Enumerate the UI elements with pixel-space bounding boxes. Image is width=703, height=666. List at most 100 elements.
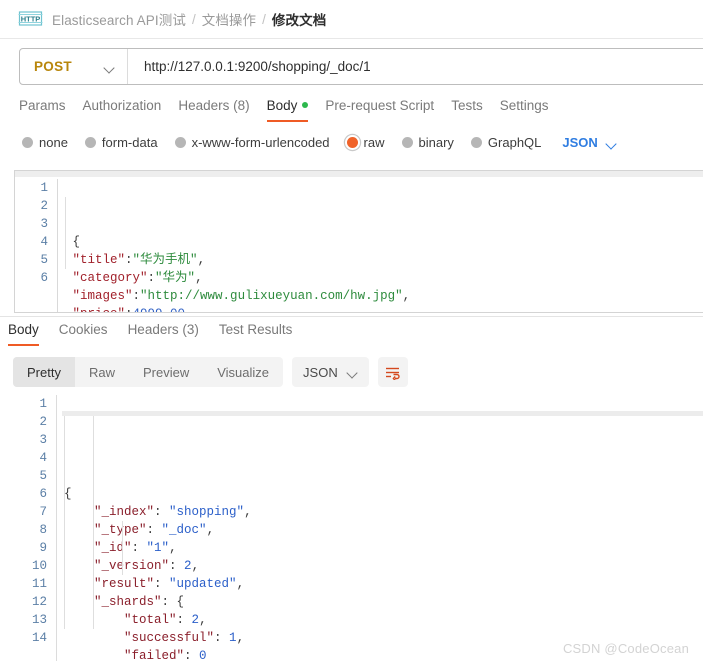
tab-label: Body [8, 322, 39, 337]
response-body-viewer[interactable]: 1 2 3 4 5 6 7 8 9 10 11 12 13 14 { "_index": "shoppin… [14, 393, 703, 661]
code-token: "华为手机" [132, 253, 198, 267]
code-line[interactable]: { [64, 485, 703, 503]
code-token: "category" [72, 271, 148, 285]
view-mode-pretty[interactable]: Pretty [13, 357, 75, 387]
code-token: , [197, 253, 206, 267]
code-line[interactable]: "images":"http://www.gulixueyuan.com/hw.… [65, 287, 703, 305]
body-type-urlencoded[interactable]: x-www-form-urlencoded [174, 135, 330, 150]
code-line[interactable]: "category":"华为", [65, 269, 703, 287]
indent-guide [64, 413, 65, 629]
view-mode-visualize[interactable]: Visualize [203, 357, 283, 387]
response-code-lines[interactable]: { "_index": "shopping", "_type": "_doc",… [56, 395, 703, 661]
body-type-options: none form-data x-www-form-urlencoded raw… [22, 135, 617, 150]
code-token: , [236, 631, 245, 645]
code-token: : [125, 307, 133, 312]
watermark: CSDN @CodeOcean [562, 641, 689, 656]
body-type-label: GraphQL [487, 135, 542, 150]
request-code-area[interactable]: 123456 { "title":"华为手机", "category":"华为"… [15, 177, 703, 312]
line-number: 2 [39, 415, 47, 429]
chevron-down-icon [607, 140, 617, 146]
code-line[interactable]: "_index": "shopping", [64, 503, 703, 521]
code-token: "1" [146, 541, 170, 555]
code-token: : [154, 505, 170, 519]
code-line[interactable]: "price":4999.00 [65, 305, 703, 312]
word-wrap-button[interactable] [377, 357, 408, 387]
code-token: : [132, 289, 141, 303]
radio-icon [470, 137, 482, 148]
code-line[interactable]: "_shards": { [64, 593, 703, 611]
body-type-label: form-data [101, 135, 158, 150]
body-type-none[interactable]: none [22, 135, 68, 150]
tab-label: Test Results [218, 322, 293, 337]
radio-icon [401, 137, 413, 148]
tab-label: Params [19, 98, 66, 113]
line-number: 4 [39, 451, 47, 465]
body-type-label: none [39, 135, 68, 150]
tab-body[interactable]: Body [266, 98, 326, 122]
tab-params[interactable]: Params [19, 98, 83, 122]
code-line[interactable]: "_id": "1", [64, 539, 703, 557]
view-mode-label: Visualize [217, 364, 270, 380]
body-type-label: raw [363, 135, 385, 150]
body-type-label: x-www-form-urlencoded [191, 135, 330, 150]
code-token: : [131, 541, 147, 555]
line-number: 5 [39, 469, 47, 483]
body-type-form-data[interactable]: form-data [84, 135, 158, 150]
response-tab-test-results[interactable]: Test Results [219, 322, 313, 346]
tab-label: Cookies [58, 322, 108, 337]
view-mode-label: Pretty [27, 364, 61, 380]
response-tab-body[interactable]: Body [8, 322, 59, 346]
http-method-selector[interactable]: POST [20, 49, 128, 84]
code-token: , [206, 523, 215, 537]
response-tab-headers[interactable]: Headers (3) [128, 322, 219, 346]
breadcrumb-item-request[interactable]: 修改文档 [272, 9, 326, 29]
body-type-graphql[interactable]: GraphQL [470, 135, 542, 150]
code-token: : [147, 271, 156, 285]
code-token: , [191, 559, 200, 573]
line-number: 14 [31, 631, 47, 645]
indent-guide [65, 197, 66, 269]
tab-settings[interactable]: Settings [500, 98, 566, 122]
code-token: "_shards" [94, 595, 162, 609]
code-token: "华为" [155, 271, 196, 285]
code-line[interactable]: "_version": 2, [64, 557, 703, 575]
code-line[interactable]: "total": 2, [64, 611, 703, 629]
response-tab-cookies[interactable]: Cookies [59, 322, 128, 346]
response-format-selector[interactable]: JSON [292, 357, 369, 387]
code-token: "price" [73, 307, 126, 312]
code-token: "_version" [94, 559, 170, 573]
tab-pre-request-script[interactable]: Pre-request Script [325, 98, 451, 122]
request-code-lines[interactable]: { "title":"华为手机", "category":"华为", "imag… [57, 179, 703, 312]
breadcrumb-item-folder[interactable]: 文档操作 [202, 9, 256, 29]
request-url-input[interactable] [128, 49, 703, 84]
tab-authorization[interactable]: Authorization [83, 98, 179, 122]
response-code-area[interactable]: 1 2 3 4 5 6 7 8 9 10 11 12 13 14 { "_index": "shoppin… [14, 393, 703, 661]
tab-label: Tests [451, 98, 483, 113]
line-number: 13 [31, 613, 47, 627]
tab-headers[interactable]: Headers (8) [178, 98, 266, 122]
code-line[interactable]: "_type": "_doc", [64, 521, 703, 539]
tab-tests[interactable]: Tests [451, 98, 500, 122]
code-line[interactable]: "title":"华为手机", [65, 251, 703, 269]
postman-window: HTTP Elasticsearch API测试 / 文档操作 / 修改文档 P… [0, 0, 703, 666]
code-token: "result" [94, 577, 155, 591]
code-token: "updated" [169, 577, 237, 591]
body-type-binary[interactable]: binary [401, 135, 454, 150]
body-type-raw[interactable]: raw [346, 135, 385, 150]
horizontal-scrollbar[interactable] [62, 411, 703, 416]
code-token: "http://www.gulixueyuan.com/hw.jpg" [140, 289, 403, 303]
code-line[interactable]: { [65, 233, 703, 251]
raw-format-selector[interactable]: JSON [562, 135, 616, 150]
code-line[interactable]: "result": "updated", [64, 575, 703, 593]
chevron-down-icon [348, 369, 358, 375]
request-body-editor[interactable]: 123456 { "title":"华为手机", "category":"华为"… [14, 170, 703, 313]
view-mode-raw[interactable]: Raw [75, 357, 129, 387]
radio-icon [22, 137, 33, 148]
view-mode-preview[interactable]: Preview [129, 357, 203, 387]
code-token: "total" [124, 613, 177, 627]
code-token: : [125, 253, 133, 267]
code-token: : [169, 559, 185, 573]
breadcrumb-item-collection[interactable]: Elasticsearch API测试 [52, 9, 186, 29]
line-number: 10 [31, 559, 47, 573]
code-token: : [184, 649, 200, 661]
